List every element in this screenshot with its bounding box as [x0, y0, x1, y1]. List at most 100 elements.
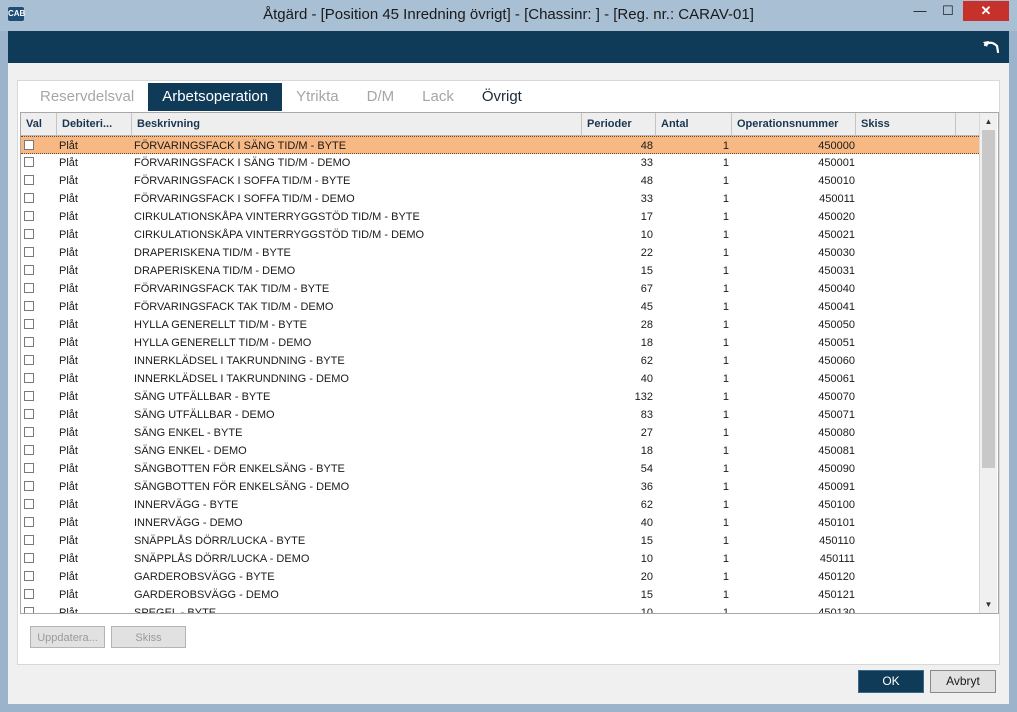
table-row[interactable]: Plåt SÄNG UTFÄLLBAR - DEMO 83 1 450071 — [21, 406, 979, 424]
row-checkbox[interactable] — [24, 301, 34, 311]
quantity-cell: 1 — [722, 229, 729, 241]
debit-cell: Plåt — [59, 589, 78, 601]
table-row[interactable]: Plåt GARDEROBSVÄGG - BYTE 20 1 450120 — [21, 568, 979, 586]
back-arrow-icon[interactable] — [981, 37, 1001, 57]
scroll-up-icon[interactable]: ▲ — [980, 113, 997, 130]
row-checkbox[interactable] — [24, 157, 34, 167]
row-checkbox[interactable] — [24, 589, 34, 599]
description-cell: CIRKULATIONSKÅPA VINTERRYGGSTÖD TID/M - … — [134, 229, 425, 241]
table-row[interactable]: Plåt HYLLA GENERELLT TID/M - BYTE 28 1 45005… — [21, 316, 979, 334]
operation-number-cell: 450041 — [818, 301, 855, 313]
tab-d-m[interactable]: D/M — [353, 83, 409, 111]
close-button[interactable]: ✕ — [963, 1, 1009, 21]
row-checkbox[interactable] — [24, 499, 34, 509]
table-row[interactable]: Plåt FÖRVARINGSFACK I SÄNG TID/M - BYTE 48… — [21, 136, 979, 154]
table-row[interactable]: Plåt INNERVÄGG - DEMO 40 1 450101 — [21, 514, 979, 532]
row-checkbox[interactable] — [24, 211, 34, 221]
row-checkbox[interactable] — [24, 517, 34, 527]
row-checkbox[interactable] — [24, 427, 34, 437]
row-checkbox[interactable] — [24, 553, 34, 563]
table-row[interactable]: Plåt SÄNG UTFÄLLBAR - BYTE 132 1 450070 — [21, 388, 979, 406]
column-header[interactable]: Perioder — [582, 113, 656, 135]
tab-ytrikta[interactable]: Ytrikta — [282, 83, 353, 111]
table-row[interactable]: Plåt SÄNG ENKEL - DEMO 18 1 450081 — [21, 442, 979, 460]
row-checkbox[interactable] — [24, 409, 34, 419]
row-checkbox[interactable] — [24, 373, 34, 383]
row-checkbox[interactable] — [24, 571, 34, 581]
table-row[interactable]: Plåt SNÄPPLÅS DÖRR/LUCKA - BYTE 15 1 450110 — [21, 532, 979, 550]
update-button[interactable]: Uppdatera... — [30, 626, 105, 648]
table-row[interactable]: Plåt INNERKLÄDSEL I TAKRUNDNING - BYTE 62 1… — [21, 352, 979, 370]
quantity-cell: 1 — [722, 319, 729, 331]
row-checkbox[interactable] — [24, 265, 34, 275]
table-row[interactable]: Plåt HYLLA GENERELLT TID/M - DEMO 18 1 45005… — [21, 334, 979, 352]
table-row[interactable]: Plåt FÖRVARINGSFACK I SOFFA TID/M - BYTE 4… — [21, 172, 979, 190]
sketch-button[interactable]: Skiss — [111, 626, 186, 648]
row-checkbox[interactable] — [24, 229, 34, 239]
table-row[interactable]: Plåt DRAPERISKENA TID/M - DEMO 15 1 450031 — [21, 262, 979, 280]
row-checkbox[interactable] — [24, 535, 34, 545]
row-checkbox[interactable] — [24, 481, 34, 491]
minimize-button[interactable]: — — [906, 1, 934, 21]
table-row[interactable]: Plåt SÄNG ENKEL - BYTE 27 1 450080 — [21, 424, 979, 442]
debit-cell: Plåt — [59, 337, 78, 349]
row-checkbox[interactable] — [24, 247, 34, 257]
table-row[interactable]: Plåt FÖRVARINGSFACK I SÄNG TID/M - DEMO 33… — [21, 154, 979, 172]
row-checkbox[interactable] — [24, 391, 34, 401]
table-row[interactable]: Plåt FÖRVARINGSFACK I SOFFA TID/M - DEMO 3… — [21, 190, 979, 208]
row-checkbox[interactable] — [24, 337, 34, 347]
description-cell: SÄNGBOTTEN FÖR ENKELSÄNG - DEMO — [134, 481, 350, 493]
column-header[interactable]: Beskrivning — [132, 113, 582, 135]
maximize-button[interactable]: ☐ — [934, 1, 962, 21]
row-checkbox[interactable] — [24, 463, 34, 473]
quantity-cell: 1 — [722, 157, 729, 169]
row-checkbox[interactable] — [24, 355, 34, 365]
column-header[interactable]: Operationsnummer — [732, 113, 856, 135]
table-row[interactable]: Plåt SNÄPPLÅS DÖRR/LUCKA - DEMO 10 1 450111 — [21, 550, 979, 568]
operations-grid: Val Debiteri... Beskrivning Perioder Antal Op… — [20, 112, 999, 614]
row-checkbox[interactable] — [24, 283, 34, 293]
table-row[interactable]: Plåt SÄNGBOTTEN FÖR ENKELSÄNG - DEMO 36 1 45… — [21, 478, 979, 496]
quantity-cell: 1 — [722, 211, 729, 223]
window-title: Åtgärd - [Position 45 Inredning övrigt] … — [263, 6, 754, 23]
tab-arbetsoperation[interactable]: Arbetsoperation — [148, 83, 283, 111]
table-row[interactable]: Plåt SÄNGBOTTEN FÖR ENKELSÄNG - BYTE 54 1 45… — [21, 460, 979, 478]
table-row[interactable]: Plåt GARDEROBSVÄGG - DEMO 15 1 450121 — [21, 586, 979, 604]
scroll-thumb[interactable] — [982, 130, 995, 468]
debit-cell: Plåt — [59, 211, 78, 223]
row-checkbox[interactable] — [24, 140, 34, 150]
scroll-down-icon[interactable]: ▼ — [980, 596, 997, 613]
debit-cell: Plåt — [59, 193, 78, 205]
column-header[interactable]: Skiss — [856, 113, 956, 135]
table-row[interactable]: Plåt INNERVÄGG - BYTE 62 1 450100 — [21, 496, 979, 514]
periods-cell: 33 — [640, 157, 653, 169]
row-checkbox[interactable] — [24, 175, 34, 185]
tab-reservdelsval[interactable]: Reservdelsval — [26, 83, 148, 111]
column-header[interactable]: Val — [21, 113, 57, 135]
row-checkbox[interactable] — [24, 319, 34, 329]
vertical-scrollbar[interactable]: ▲ ▼ — [979, 113, 997, 613]
column-header[interactable]: Antal — [656, 113, 732, 135]
table-row[interactable]: Plåt INNERKLÄDSEL I TAKRUNDNING - DEMO 40 1… — [21, 370, 979, 388]
table-row[interactable]: Plåt FÖRVARINGSFACK TAK TID/M - DEMO 45 1 45… — [21, 298, 979, 316]
operation-number-cell: 450000 — [818, 140, 855, 152]
description-cell: SNÄPPLÅS DÖRR/LUCKA - BYTE — [134, 535, 306, 547]
tab-lack[interactable]: Lack — [408, 83, 468, 111]
cancel-button[interactable]: Avbryt — [930, 670, 996, 693]
table-row[interactable]: Plåt DRAPERISKENA TID/M - BYTE 22 1 450030 — [21, 244, 979, 262]
table-row[interactable]: Plåt SPEGEL - BYTE 10 1 450130 — [21, 604, 979, 613]
column-header[interactable]: Debiteri... — [57, 113, 132, 135]
ok-button[interactable]: OK — [858, 670, 924, 693]
periods-cell: 45 — [640, 301, 653, 313]
table-row[interactable]: Plåt CIRKULATIONSKÅPA VINTERRYGGSTÖD TID/… — [21, 226, 979, 244]
table-row[interactable]: Plåt FÖRVARINGSFACK TAK TID/M - BYTE 67 1 45… — [21, 280, 979, 298]
operation-number-cell: 450121 — [818, 589, 855, 601]
periods-cell: 62 — [640, 355, 653, 367]
row-checkbox[interactable] — [24, 193, 34, 203]
description-cell: DRAPERISKENA TID/M - BYTE — [134, 247, 291, 259]
row-checkbox[interactable] — [24, 607, 34, 613]
quantity-cell: 1 — [722, 247, 729, 259]
tab--vrigt[interactable]: Övrigt — [468, 83, 536, 111]
row-checkbox[interactable] — [24, 445, 34, 455]
table-row[interactable]: Plåt CIRKULATIONSKÅPA VINTERRYGGSTÖD TID/… — [21, 208, 979, 226]
